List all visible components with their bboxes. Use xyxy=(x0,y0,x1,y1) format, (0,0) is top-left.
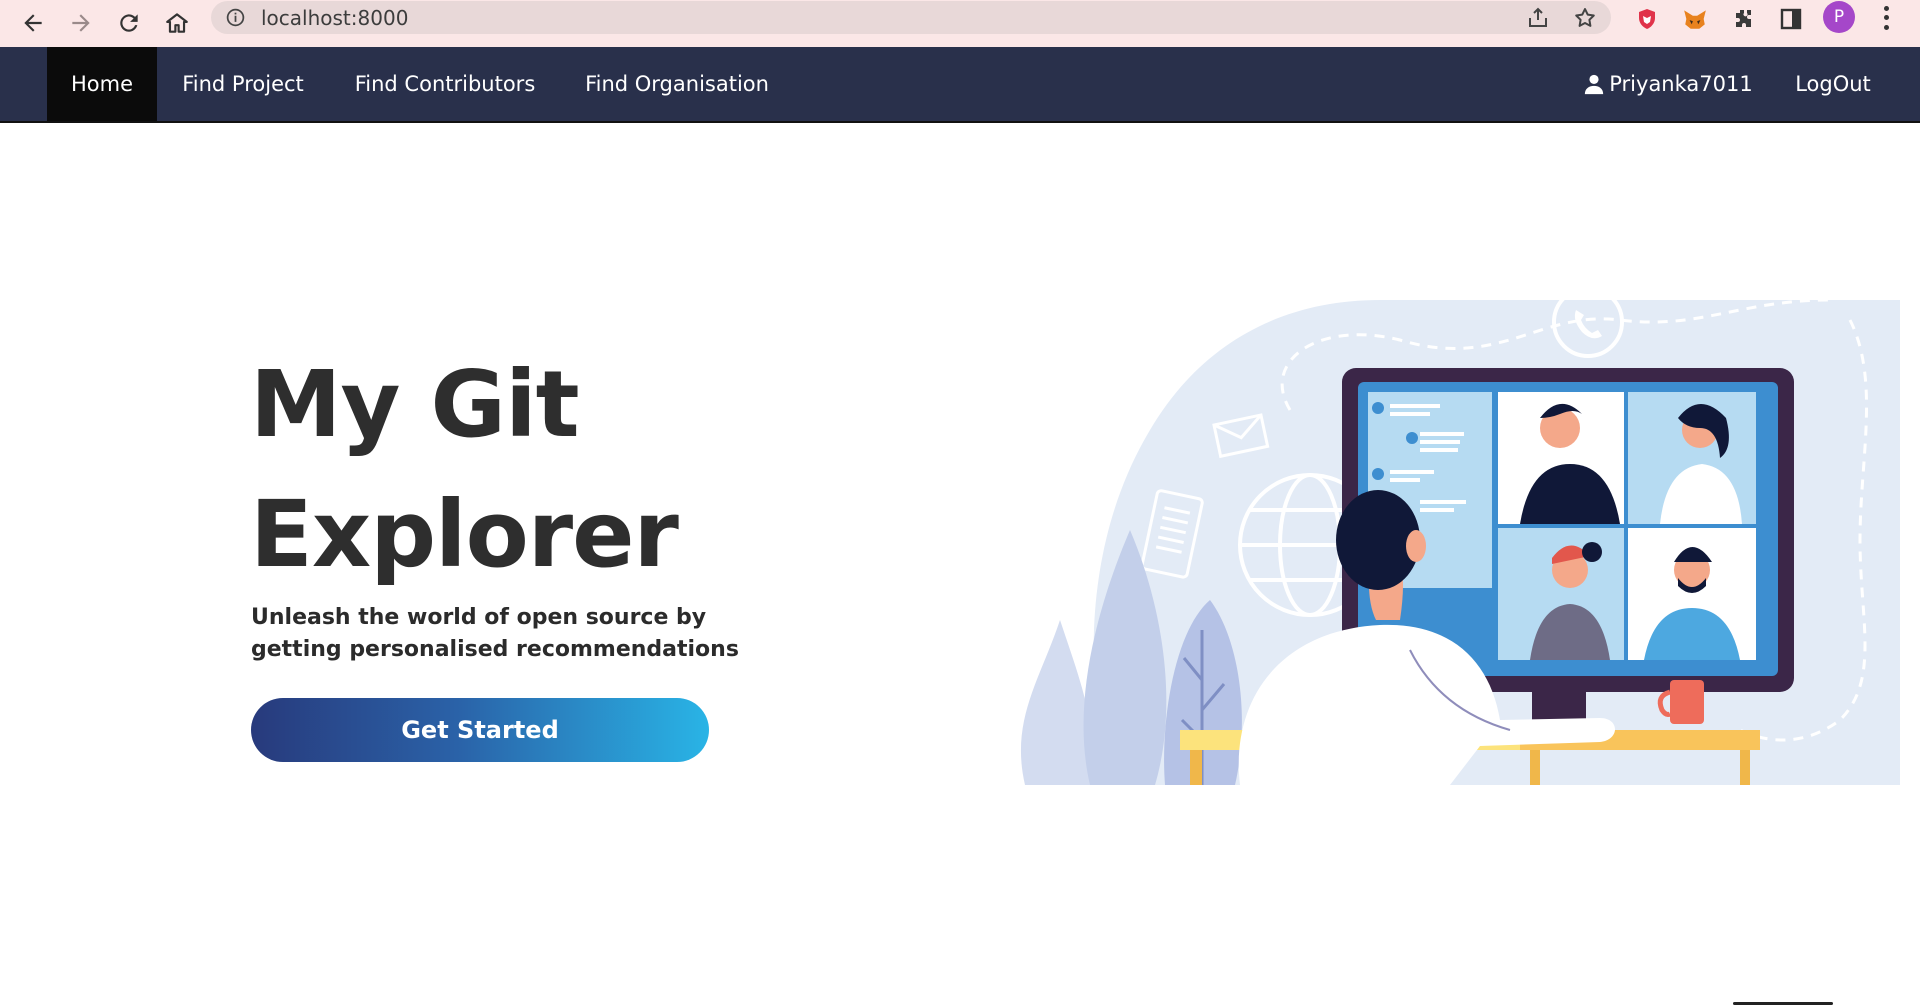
hero-title: My Git Explorer xyxy=(250,340,810,600)
star-icon[interactable] xyxy=(1573,6,1597,30)
hero-subtitle-line1: Unleash the world of open source by xyxy=(251,605,707,630)
address-bar[interactable]: localhost:8000 xyxy=(211,1,1611,34)
mug xyxy=(1670,680,1704,724)
plant-left xyxy=(1020,620,1093,785)
username-label: Priyanka7011 xyxy=(1609,72,1753,96)
nav-find-contributors[interactable]: Find Contributors xyxy=(329,47,561,121)
hero-subtitle: Unleash the world of open source by gett… xyxy=(251,602,751,666)
nav-home[interactable]: Home xyxy=(47,47,157,121)
forward-icon[interactable] xyxy=(62,4,100,42)
get-started-button[interactable]: Get Started xyxy=(251,698,709,762)
info-icon[interactable] xyxy=(225,7,246,28)
fox-extension-icon[interactable] xyxy=(1681,5,1709,33)
logout-link[interactable]: LogOut xyxy=(1774,47,1892,121)
home-icon[interactable] xyxy=(158,4,196,42)
nav-find-organisation[interactable]: Find Organisation xyxy=(561,47,793,121)
browser-toolbar: localhost:8000 P xyxy=(0,0,1920,47)
profile-avatar[interactable]: P xyxy=(1823,1,1855,33)
puzzle-icon[interactable] xyxy=(1729,5,1757,33)
hero-title-line1: My Git xyxy=(250,351,580,458)
user-icon xyxy=(1585,74,1604,95)
sidepanel-icon[interactable] xyxy=(1777,5,1805,33)
shield-extension-icon[interactable] xyxy=(1633,5,1661,33)
back-icon[interactable] xyxy=(14,4,52,42)
kebab-menu-icon[interactable] xyxy=(1878,4,1894,32)
hero-title-line2: Explorer xyxy=(250,481,679,588)
video-call-illustration xyxy=(1020,300,1900,785)
hero-subtitle-line2: getting personalised recommendations xyxy=(251,637,739,662)
reload-icon[interactable] xyxy=(110,4,148,42)
nav-user-profile[interactable]: Priyanka7011 xyxy=(1578,47,1758,121)
url-text[interactable]: localhost:8000 xyxy=(261,6,408,30)
nav-find-project[interactable]: Find Project xyxy=(157,47,329,121)
share-icon[interactable] xyxy=(1526,6,1550,30)
main-navbar: Home Find Project Find Contributors Find… xyxy=(0,47,1920,123)
